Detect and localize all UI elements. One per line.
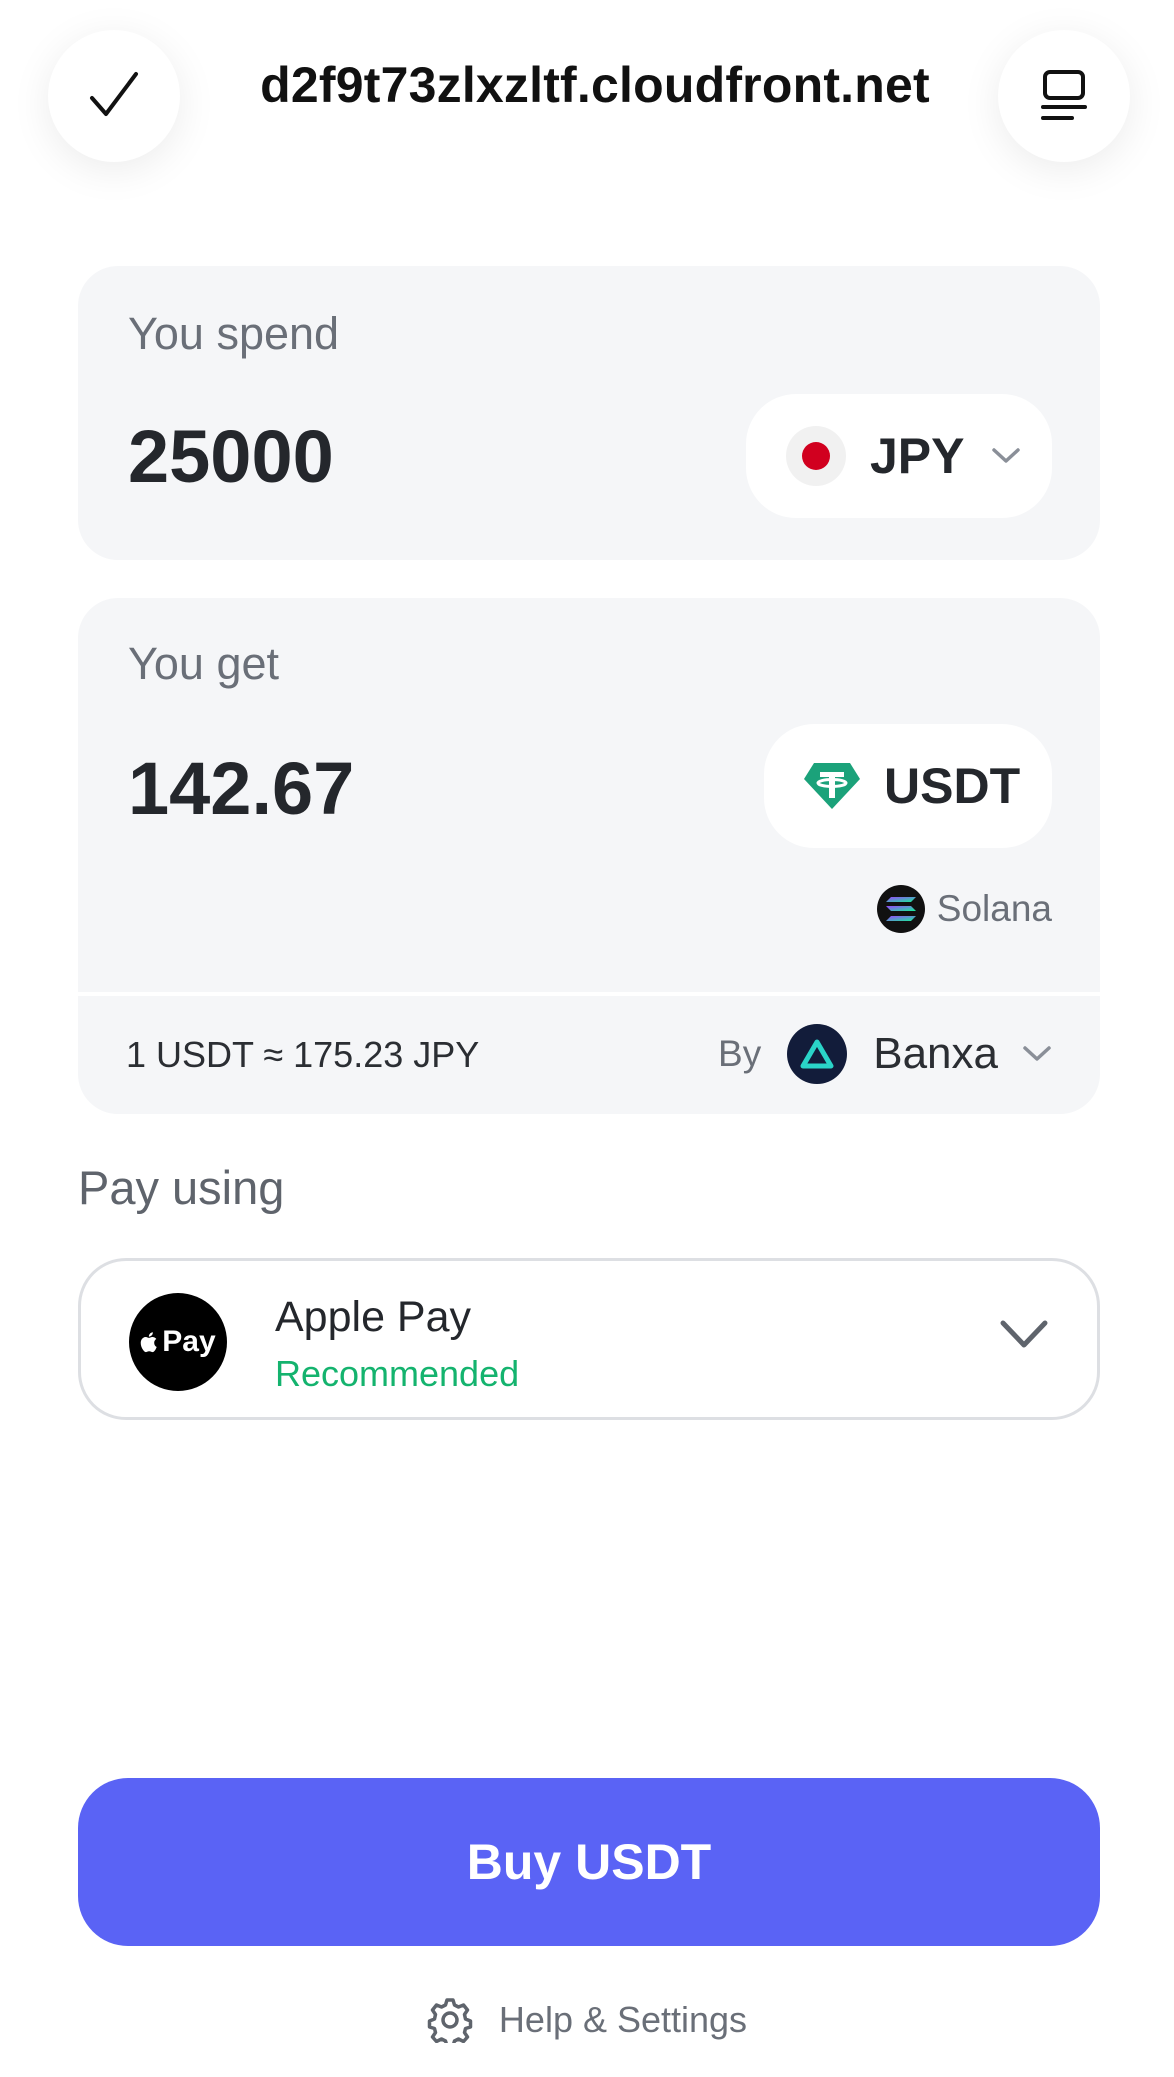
payment-method-selector[interactable]: Pay Apple Pay Recommended: [78, 1258, 1100, 1420]
page: d2f9t73zlxzltf.cloudfront.net You spend …: [0, 0, 1174, 2077]
header: d2f9t73zlxzltf.cloudfront.net: [0, 0, 1174, 200]
crypto-currency-selector[interactable]: USDT: [764, 724, 1052, 848]
network-indicator: Solana: [876, 884, 1052, 934]
receive-card: You get 142.67 USDT Solana 1 USDT ≈ 175.…: [78, 598, 1100, 1114]
provider-name: Banxa: [873, 1029, 998, 1078]
apple-pay-icon: Pay: [129, 1293, 227, 1391]
provider-selector[interactable]: By Banxa: [718, 1022, 1052, 1086]
page-title: d2f9t73zlxzltf.cloudfront.net: [260, 57, 930, 113]
chevron-down-icon: [1023, 1046, 1051, 1061]
close-button[interactable]: [48, 30, 180, 162]
pay-using-heading: Pay using: [78, 1161, 285, 1214]
recommended-badge: Recommended: [275, 1353, 520, 1394]
payment-method-name: Apple Pay: [275, 1293, 472, 1341]
banxa-icon: [787, 1024, 848, 1084]
help-settings-link[interactable]: Help & Settings: [0, 1990, 1174, 2050]
spend-card: You spend 25000 JPY: [78, 266, 1100, 560]
apple-pay-logo-text: Pay: [162, 1325, 216, 1358]
transactions-button[interactable]: [998, 30, 1130, 162]
exchange-rate: 1 USDT ≈ 175.23 JPY: [126, 1034, 480, 1075]
provider-by-label: By: [718, 1033, 762, 1074]
spend-label: You spend: [128, 308, 340, 359]
fiat-currency-label: JPY: [870, 428, 965, 484]
receive-amount: 142.67: [128, 747, 355, 830]
network-label: Solana: [936, 888, 1052, 929]
receive-label: You get: [128, 638, 279, 689]
fiat-currency-selector[interactable]: JPY: [746, 394, 1052, 518]
chevron-down-icon: [1000, 1320, 1048, 1348]
gear-icon: [427, 1998, 473, 2043]
spend-amount-input[interactable]: 25000: [128, 414, 334, 499]
receipt-menu-icon: [1041, 70, 1087, 120]
japan-flag-icon: [786, 426, 846, 486]
solana-icon: [876, 885, 925, 933]
quote-bar: 1 USDT ≈ 175.23 JPY By Banxa: [78, 992, 1100, 1114]
checkmark-icon: [90, 72, 138, 116]
apple-icon: [141, 1332, 157, 1353]
help-settings-label: Help & Settings: [498, 1999, 748, 2040]
crypto-currency-label: USDT: [884, 758, 1021, 814]
chevron-down-icon: [991, 448, 1020, 463]
buy-button[interactable]: Buy USDT: [78, 1778, 1100, 1946]
tether-icon: [804, 763, 860, 809]
